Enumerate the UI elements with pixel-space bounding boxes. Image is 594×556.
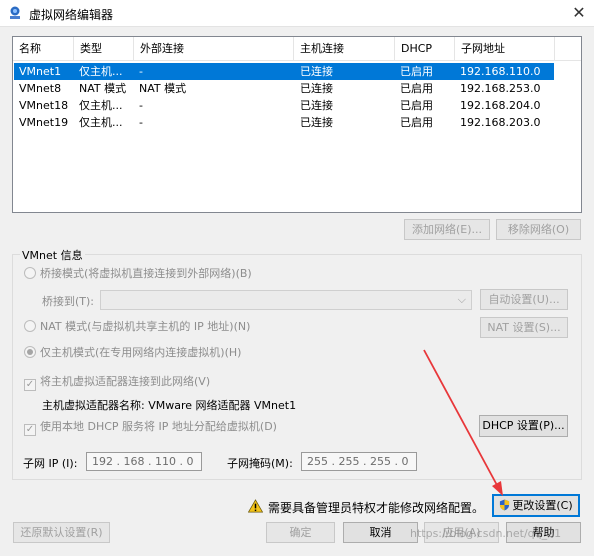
adapter-name-label: 主机虚拟适配器名称: VMware 网络适配器 VMnet1 [42, 399, 297, 412]
nat-settings-button[interactable]: NAT 设置(S)... [480, 317, 568, 338]
cell-type: 仅主机... [79, 99, 123, 112]
dhcp-settings-button[interactable]: DHCP 设置(P)... [479, 415, 568, 437]
column-header-subnet[interactable]: 子网地址 [455, 37, 555, 61]
network-list[interactable]: 名称 类型 外部连接 主机连接 DHCP 子网地址 VMnet1 仅主机... … [12, 36, 582, 213]
subnet-mask-label: 子网掩码(M): [227, 457, 293, 470]
dropdown-arrow-icon: ⌵ [457, 293, 466, 306]
cell-dhcp: 已启用 [400, 116, 433, 129]
vmware-network-icon [10, 6, 20, 19]
cell-subnet: 192.168.203.0 [460, 116, 541, 129]
help-button[interactable]: 帮助 [506, 522, 581, 543]
subnet-ip-label: 子网 IP (I): [23, 457, 78, 470]
cell-subnet: 192.168.253.0 [460, 82, 541, 95]
title-bar: 虚拟网络编辑器 ✕ [0, 0, 594, 27]
table-row[interactable]: VMnet1 仅主机... - 已连接 已启用 192.168.110.0 [14, 63, 554, 80]
bridge-mode-label: 桥接模式(将虚拟机直接连接到外部网络)(B) [40, 267, 252, 280]
auto-settings-button[interactable]: 自动设置(U)... [480, 289, 568, 310]
column-header-name[interactable]: 名称 [13, 37, 74, 61]
nat-mode-radio[interactable]: NAT 模式(与虚拟机共享主机的 IP 地址)(N) [24, 319, 250, 335]
cell-host: 已连接 [300, 116, 333, 129]
cell-name: VMnet19 [19, 116, 69, 129]
vmnet-info-group [12, 254, 582, 480]
change-settings-button[interactable]: 更改设置(C) [492, 494, 580, 517]
close-button[interactable]: ✕ [564, 0, 594, 27]
bridge-to-select[interactable]: ⌵ [100, 290, 472, 310]
uac-shield-icon [500, 499, 510, 511]
column-header-type[interactable]: 类型 [74, 37, 134, 61]
radio-circle-icon [24, 320, 36, 332]
cell-host: 已连接 [300, 99, 333, 112]
cell-name: VMnet8 [19, 82, 62, 95]
checkbox-checked-icon: ✓ [24, 424, 36, 436]
cell-dhcp: 已启用 [400, 65, 433, 78]
connect-adapter-label: 将主机虚拟适配器连接到此网络(V) [40, 375, 211, 388]
cell-type: 仅主机... [79, 65, 123, 78]
list-header: 名称 类型 外部连接 主机连接 DHCP 子网地址 [13, 37, 581, 61]
dhcp-checkbox[interactable]: ✓ 使用本地 DHCP 服务将 IP 地址分配给虚拟机(D) [24, 419, 277, 436]
vmnet-info-title: VMnet 信息 [20, 247, 85, 263]
cell-type: NAT 模式 [79, 82, 127, 95]
cell-external: - [139, 65, 143, 78]
cell-dhcp: 已启用 [400, 82, 433, 95]
cell-subnet: 192.168.204.0 [460, 99, 541, 112]
cell-host: 已连接 [300, 65, 333, 78]
subnet-ip-input[interactable]: 192 . 168 . 110 . 0 [86, 452, 202, 471]
cell-name: VMnet18 [19, 99, 69, 112]
cell-name: VMnet1 [19, 65, 62, 78]
host-only-radio[interactable]: 仅主机模式(在专用网络内连接虚拟机)(H) [24, 345, 241, 361]
remove-network-button[interactable]: 移除网络(O) [496, 219, 581, 240]
cell-external: NAT 模式 [139, 82, 187, 95]
admin-warning-text: 需要具备管理员特权才能修改网络配置。 [268, 501, 485, 515]
dhcp-label: 使用本地 DHCP 服务将 IP 地址分配给虚拟机(D) [40, 420, 277, 433]
column-header-host[interactable]: 主机连接 [294, 37, 395, 61]
table-row[interactable]: VMnet19 仅主机... - 已连接 已启用 192.168.203.0 [14, 114, 554, 131]
nat-mode-label: NAT 模式(与虚拟机共享主机的 IP 地址)(N) [40, 320, 251, 333]
cancel-button[interactable]: 取消 [343, 522, 418, 543]
radio-circle-icon [24, 346, 36, 358]
table-row[interactable]: VMnet18 仅主机... - 已连接 已启用 192.168.204.0 [14, 97, 554, 114]
subnet-mask-input[interactable]: 255 . 255 . 255 . 0 [301, 452, 417, 471]
cell-external: - [139, 99, 143, 112]
checkbox-checked-icon: ✓ [24, 379, 36, 391]
column-header-external[interactable]: 外部连接 [134, 37, 294, 61]
warning-icon [248, 499, 263, 513]
cell-dhcp: 已启用 [400, 99, 433, 112]
restore-defaults-button[interactable]: 还原默认设置(R) [13, 522, 110, 543]
bridge-to-label: 桥接到(T): [42, 295, 95, 308]
bridge-mode-radio[interactable]: 桥接模式(将虚拟机直接连接到外部网络)(B) [24, 266, 252, 282]
ok-button[interactable]: 确定 [266, 522, 335, 543]
change-settings-label: 更改设置(C) [512, 499, 573, 512]
close-icon: ✕ [572, 3, 586, 22]
cell-type: 仅主机... [79, 116, 123, 129]
connect-adapter-checkbox[interactable]: ✓ 将主机虚拟适配器连接到此网络(V) [24, 374, 211, 391]
apply-button[interactable]: 应用(A) [424, 522, 499, 543]
radio-circle-icon [24, 267, 36, 279]
window-title: 虚拟网络编辑器 [29, 8, 114, 22]
cell-external: - [139, 116, 143, 129]
column-header-dhcp[interactable]: DHCP [395, 37, 455, 61]
cell-subnet: 192.168.110.0 [460, 65, 541, 78]
add-network-button[interactable]: 添加网络(E)... [404, 219, 490, 240]
table-row[interactable]: VMnet8 NAT 模式 NAT 模式 已连接 已启用 192.168.253… [14, 80, 554, 97]
host-only-label: 仅主机模式(在专用网络内连接虚拟机)(H) [40, 346, 242, 359]
cell-host: 已连接 [300, 82, 333, 95]
